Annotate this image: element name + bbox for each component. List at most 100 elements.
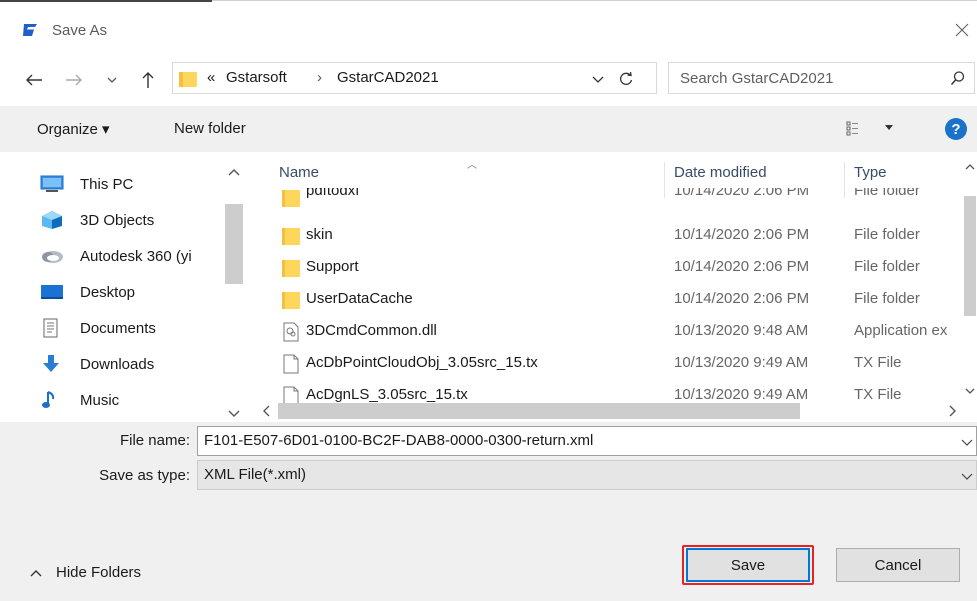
sidebar-item-music[interactable]: Music (40, 382, 230, 418)
desktop-icon (40, 282, 66, 302)
navigation-scrollbar[interactable] (222, 164, 246, 422)
scrollbar-thumb[interactable] (964, 196, 976, 316)
save-as-type-label: Save as type: (99, 467, 190, 484)
sidebar-item-desktop[interactable]: Desktop (40, 274, 230, 310)
3d-objects-icon (40, 210, 66, 230)
scroll-down-icon[interactable] (228, 410, 240, 418)
chevron-up-icon (30, 569, 42, 576)
chevron-down-icon[interactable] (960, 469, 974, 483)
file-row[interactable]: pdftodxf 10/14/2020 2:06 PM File folder (246, 188, 966, 208)
folder-icon (282, 292, 300, 309)
dll-file-icon (283, 322, 299, 342)
file-row[interactable]: AcDbPointCloudObj_3.05src_15.tx 10/13/202… (246, 348, 966, 380)
sidebar-item-label: This PC (80, 175, 134, 193)
search-box[interactable] (668, 62, 975, 94)
file-date: 10/14/2020 2:06 PM (674, 258, 810, 275)
file-type: Application ex (854, 322, 948, 339)
pc-icon (40, 174, 66, 194)
breadcrumb-overflow[interactable]: « (207, 69, 215, 86)
file-date: 10/14/2020 2:06 PM (674, 188, 810, 199)
up-arrow-icon (142, 72, 154, 88)
documents-icon (40, 318, 66, 338)
column-header-date[interactable]: Date modified (674, 164, 767, 181)
folder-icon (179, 72, 197, 87)
hide-folders-label: Hide Folders (56, 564, 142, 581)
address-dropdown-icon[interactable] (591, 72, 605, 86)
file-name: pdftodxf (306, 188, 360, 199)
scrollbar-thumb[interactable] (278, 403, 800, 419)
scroll-down-icon[interactable] (965, 388, 975, 394)
new-folder-button[interactable]: New folder (174, 120, 246, 137)
forward-arrow-icon (66, 74, 82, 86)
save-button[interactable]: Save (686, 548, 810, 582)
file-row[interactable]: 3DCmdCommon.dll 10/13/2020 9:48 AM Applica… (246, 316, 966, 348)
file-name: skin (306, 226, 333, 243)
title-bar: Save As (0, 8, 977, 52)
change-view-button[interactable] (846, 120, 902, 140)
hide-folders-button[interactable]: Hide Folders (30, 564, 141, 581)
scrollbar-thumb[interactable] (225, 204, 243, 284)
file-type: File folder (854, 188, 920, 199)
search-icon[interactable] (950, 70, 966, 86)
file-name: UserDataCache (306, 290, 413, 307)
save-as-type-value: XML File(*.xml) (204, 466, 306, 483)
chevron-down-icon[interactable] (960, 435, 974, 449)
file-name-value[interactable]: F101-E507-6D01-0100-BC2F-DAB8-0000-0300-… (204, 432, 593, 449)
file-row[interactable]: skin 10/14/2020 2:06 PM File folder (246, 220, 966, 252)
sidebar-item-documents[interactable]: Documents (40, 310, 230, 346)
file-row[interactable]: UserDataCache 10/14/2020 2:06 PM File fold… (246, 284, 966, 316)
sidebar-item-this-pc[interactable]: This PC (40, 166, 230, 202)
file-name: 3DCmdCommon.dll (306, 322, 437, 339)
file-name-label: File name: (119, 432, 190, 449)
column-header-name[interactable]: Name (279, 164, 319, 181)
window-title: Save As (52, 22, 108, 39)
breadcrumb-gstarsoft[interactable]: Gstarsoft (226, 69, 287, 86)
scroll-right-icon[interactable] (949, 405, 957, 417)
address-bar[interactable]: « Gstarsoft › GstarCAD2021 (172, 62, 657, 94)
sidebar-item-3d-objects[interactable]: 3D Objects (40, 202, 230, 238)
scroll-left-icon[interactable] (262, 405, 270, 417)
details-view-icon (846, 121, 858, 136)
folder-icon (282, 228, 300, 245)
sidebar-item-autodesk-360[interactable]: Autodesk 360 (yi (40, 238, 230, 274)
file-icon (283, 354, 299, 374)
close-button[interactable] (947, 14, 977, 46)
up-button[interactable] (136, 68, 160, 92)
scroll-up-icon[interactable] (965, 164, 975, 170)
sidebar-item-label: Autodesk 360 (yi (80, 247, 192, 265)
top-edge (0, 0, 977, 8)
organize-menu[interactable]: Organize ▾ (37, 120, 110, 138)
save-as-type-select[interactable]: XML File(*.xml) (197, 460, 977, 490)
file-date: 10/14/2020 2:06 PM (674, 226, 810, 243)
column-header-type[interactable]: Type (854, 164, 887, 181)
close-icon (955, 23, 969, 37)
folder-icon (282, 190, 300, 207)
breadcrumb-gstarcad2021[interactable]: GstarCAD2021 (337, 69, 439, 86)
sidebar-item-label: Music (80, 391, 120, 409)
sidebar-item-label: Desktop (80, 283, 136, 301)
help-button[interactable]: ? (945, 118, 967, 140)
refresh-icon[interactable] (618, 71, 634, 87)
back-arrow-icon (26, 74, 42, 86)
file-date: 10/13/2020 9:49 AM (674, 354, 809, 371)
command-toolbar: Organize ▾ New folder ? (0, 106, 977, 152)
file-list-vertical-scrollbar[interactable] (963, 162, 977, 398)
file-list: ︿ Name Date modified Type pdftodxf 10/14/… (246, 152, 977, 422)
sidebar-item-downloads[interactable]: Downloads (40, 346, 230, 382)
recent-locations-button[interactable] (104, 68, 120, 92)
breadcrumb-separator: › (317, 69, 322, 86)
chevron-down-icon (107, 77, 117, 83)
cancel-button[interactable]: Cancel (836, 548, 960, 582)
scroll-up-icon[interactable] (228, 168, 240, 176)
file-type: File folder (854, 258, 920, 275)
file-list-horizontal-scrollbar[interactable] (254, 400, 974, 422)
file-date: 10/14/2020 2:06 PM (674, 290, 810, 307)
search-input[interactable] (669, 63, 939, 93)
back-button[interactable] (22, 68, 46, 92)
forward-button[interactable] (62, 68, 86, 92)
file-name-field[interactable]: F101-E507-6D01-0100-BC2F-DAB8-0000-0300-… (197, 426, 977, 456)
file-row[interactable]: Support 10/14/2020 2:06 PM File folder (246, 252, 966, 284)
folder-icon (282, 260, 300, 277)
file-name: Support (306, 258, 359, 275)
sort-ascending-icon: ︿ (467, 160, 477, 171)
